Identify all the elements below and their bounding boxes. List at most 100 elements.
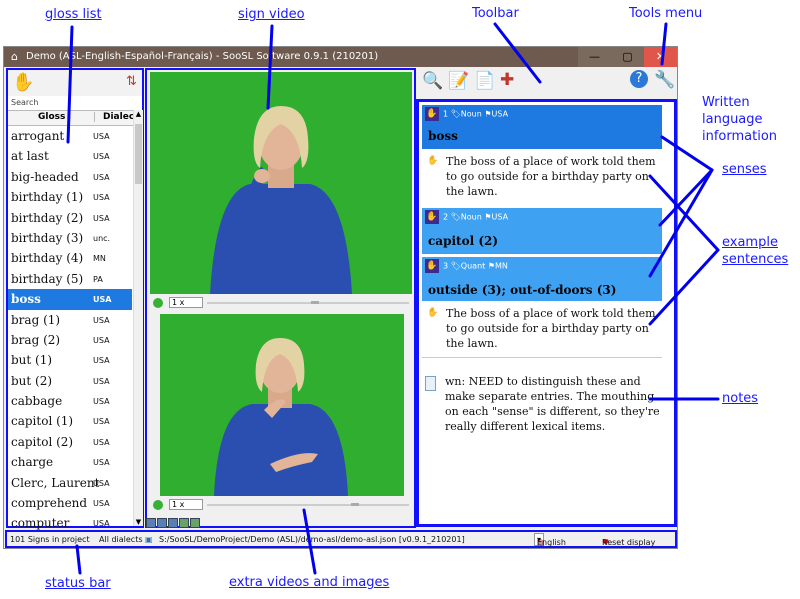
gloss-row[interactable]: boss USA [8,289,132,310]
disk-icon: ▣ [145,535,153,544]
gloss-row[interactable]: Clerc, Laurent USA [8,473,132,493]
hand-icon[interactable]: ✋ [12,72,34,93]
gloss-row[interactable]: brag (2) USA [8,330,132,350]
gloss-text: birthday (3) [11,230,84,245]
gloss-row[interactable]: birthday (1) USA [8,187,132,207]
timeline-knob-top[interactable] [311,301,319,304]
add-sign-icon[interactable]: 📄 [474,71,495,91]
quant-icon: 🏷 [450,261,461,271]
annotation-example-sentences: example sentences [722,235,789,267]
sense-dialect: MN [495,261,508,271]
signer-figure [210,106,352,294]
signer-figure-extra [214,338,348,496]
annotation-tools-menu: Tools menu [629,6,703,21]
note-icon [425,376,436,391]
play-icon-bottom[interactable] [153,500,163,510]
play-icon-top[interactable] [153,298,163,308]
gloss-scrollbar[interactable]: ▲ ▼ [133,110,143,526]
sign-video-top[interactable] [150,72,412,294]
thumbnail-3[interactable] [168,518,178,528]
gloss-row[interactable]: capitol (2) USA [8,432,132,452]
gloss-text: birthday (5) [11,271,84,286]
scroll-up-icon[interactable]: ▲ [134,110,143,118]
column-dialect[interactable]: Dialect [94,112,138,122]
window-title: Demo (ASL-English-Español-Français) - So… [26,51,379,62]
dialect-filter[interactable]: All dialects [99,535,143,544]
gloss-row[interactable]: big-headed USA [8,167,132,187]
close-button[interactable]: ✕ [644,47,677,67]
extra-media-thumbnails [146,513,201,528]
gloss-row[interactable]: cabbage USA [8,391,132,411]
gloss-text: brag (1) [11,312,61,327]
help-icon[interactable]: ? [630,70,648,88]
gloss-row[interactable]: birthday (3) unc. [8,228,132,248]
thumbnail-1[interactable] [146,518,156,528]
thumbnail-2[interactable] [157,518,167,528]
speed-select-bottom[interactable]: 1 x [169,499,203,510]
sense-label-3: outside (3); out-of-doors (3) [428,283,617,297]
gloss-row[interactable]: comprehend USA [8,493,132,513]
status-bar: 101 Signs in project All dialects ▣ S:/S… [5,530,677,548]
home-icon: ⌂ [11,50,18,63]
timeline-knob-bottom[interactable] [351,503,359,506]
sort-icon[interactable]: ⇅ [126,74,137,89]
hand-icon: ✋ [425,107,439,121]
annotation-written-language: Written language information [702,95,778,144]
sense-label-2: capitol (2) [428,234,499,248]
column-gloss[interactable]: Gloss [38,112,65,122]
noun-icon: 🏷 [450,109,461,119]
gloss-row[interactable]: birthday (2) USA [8,208,132,228]
gloss-row[interactable]: at last USA [8,146,132,166]
sense-header-1[interactable]: ✋ 1 🏷Noun ⚑USA boss [422,105,662,149]
compare-icon[interactable]: ✚ [500,70,514,90]
sense-label-1: boss [428,129,458,143]
gloss-text: birthday (2) [11,210,84,225]
dialect-text: USA [93,193,110,203]
gloss-row[interactable]: capitol (1) USA [8,411,132,431]
gloss-row[interactable]: but (2) USA [8,371,132,391]
gloss-row[interactable]: birthday (5) PA [8,269,132,289]
thumbnail-4[interactable] [179,518,189,528]
edit-icon[interactable]: 📝 [448,71,469,91]
gloss-text: arrogant [11,129,65,143]
gloss-text: brag (2) [11,332,61,347]
timeline-slider-top[interactable] [207,302,409,304]
dialect-text: USA [93,315,110,325]
written-language-panel: ✋ 1 🏷Noun ⚑USA boss ✋ The boss of a place… [416,99,677,527]
sense-tags-1: ✋ 1 🏷Noun ⚑USA [425,107,508,121]
tools-menu-icon[interactable]: 🔧 [654,70,675,90]
language-select[interactable]: ▤ English ▾ [534,533,566,547]
sense-header-3[interactable]: ✋ 3 🏷Quant ⚑MN outside (3); out-of-doors … [422,257,662,301]
sense-number: 3 [443,261,449,271]
gloss-text: capitol (1) [11,414,74,429]
dialect-text: USA [93,172,110,182]
gloss-row[interactable]: charge USA [8,452,132,472]
thumbnail-5[interactable] [190,518,200,528]
gloss-row[interactable]: birthday (4) MN [8,248,132,268]
gloss-text: at last [11,149,49,164]
dialect-text: USA [93,213,110,223]
gloss-table-header: Gloss Dialect [8,110,142,126]
minimize-button[interactable]: — [578,47,611,67]
scroll-down-icon[interactable]: ▼ [134,518,143,526]
example-icon: ✋ [427,308,439,318]
timeline-slider-bottom[interactable] [207,504,409,506]
dialect-text: USA [93,458,110,468]
video-controls-bottom: 1 x [151,498,413,512]
annotation-status-bar: status bar [45,576,111,591]
gloss-row[interactable]: arrogant USA [8,126,132,146]
extra-video[interactable] [160,314,404,496]
annotation-gloss-list: gloss list [45,7,102,22]
gloss-row[interactable]: but (1) USA [8,350,132,370]
gloss-text: birthday (4) [11,251,84,266]
scroll-thumb[interactable] [135,124,142,184]
search-icon[interactable]: 🔍 [422,71,443,91]
video-panel: 1 x 1 x [145,68,416,528]
maximize-button[interactable]: ▢ [611,47,644,67]
sense-tags-2: ✋ 2 🏷Noun ⚑USA [425,210,508,224]
example-sentence-3: ✋ The boss of a place of work told them … [427,307,656,350]
dialect-text: USA [93,397,110,407]
gloss-row[interactable]: brag (1) USA [8,310,132,330]
speed-select-top[interactable]: 1 x [169,297,203,308]
sense-header-2[interactable]: ✋ 2 🏷Noun ⚑USA capitol (2) [422,208,662,254]
